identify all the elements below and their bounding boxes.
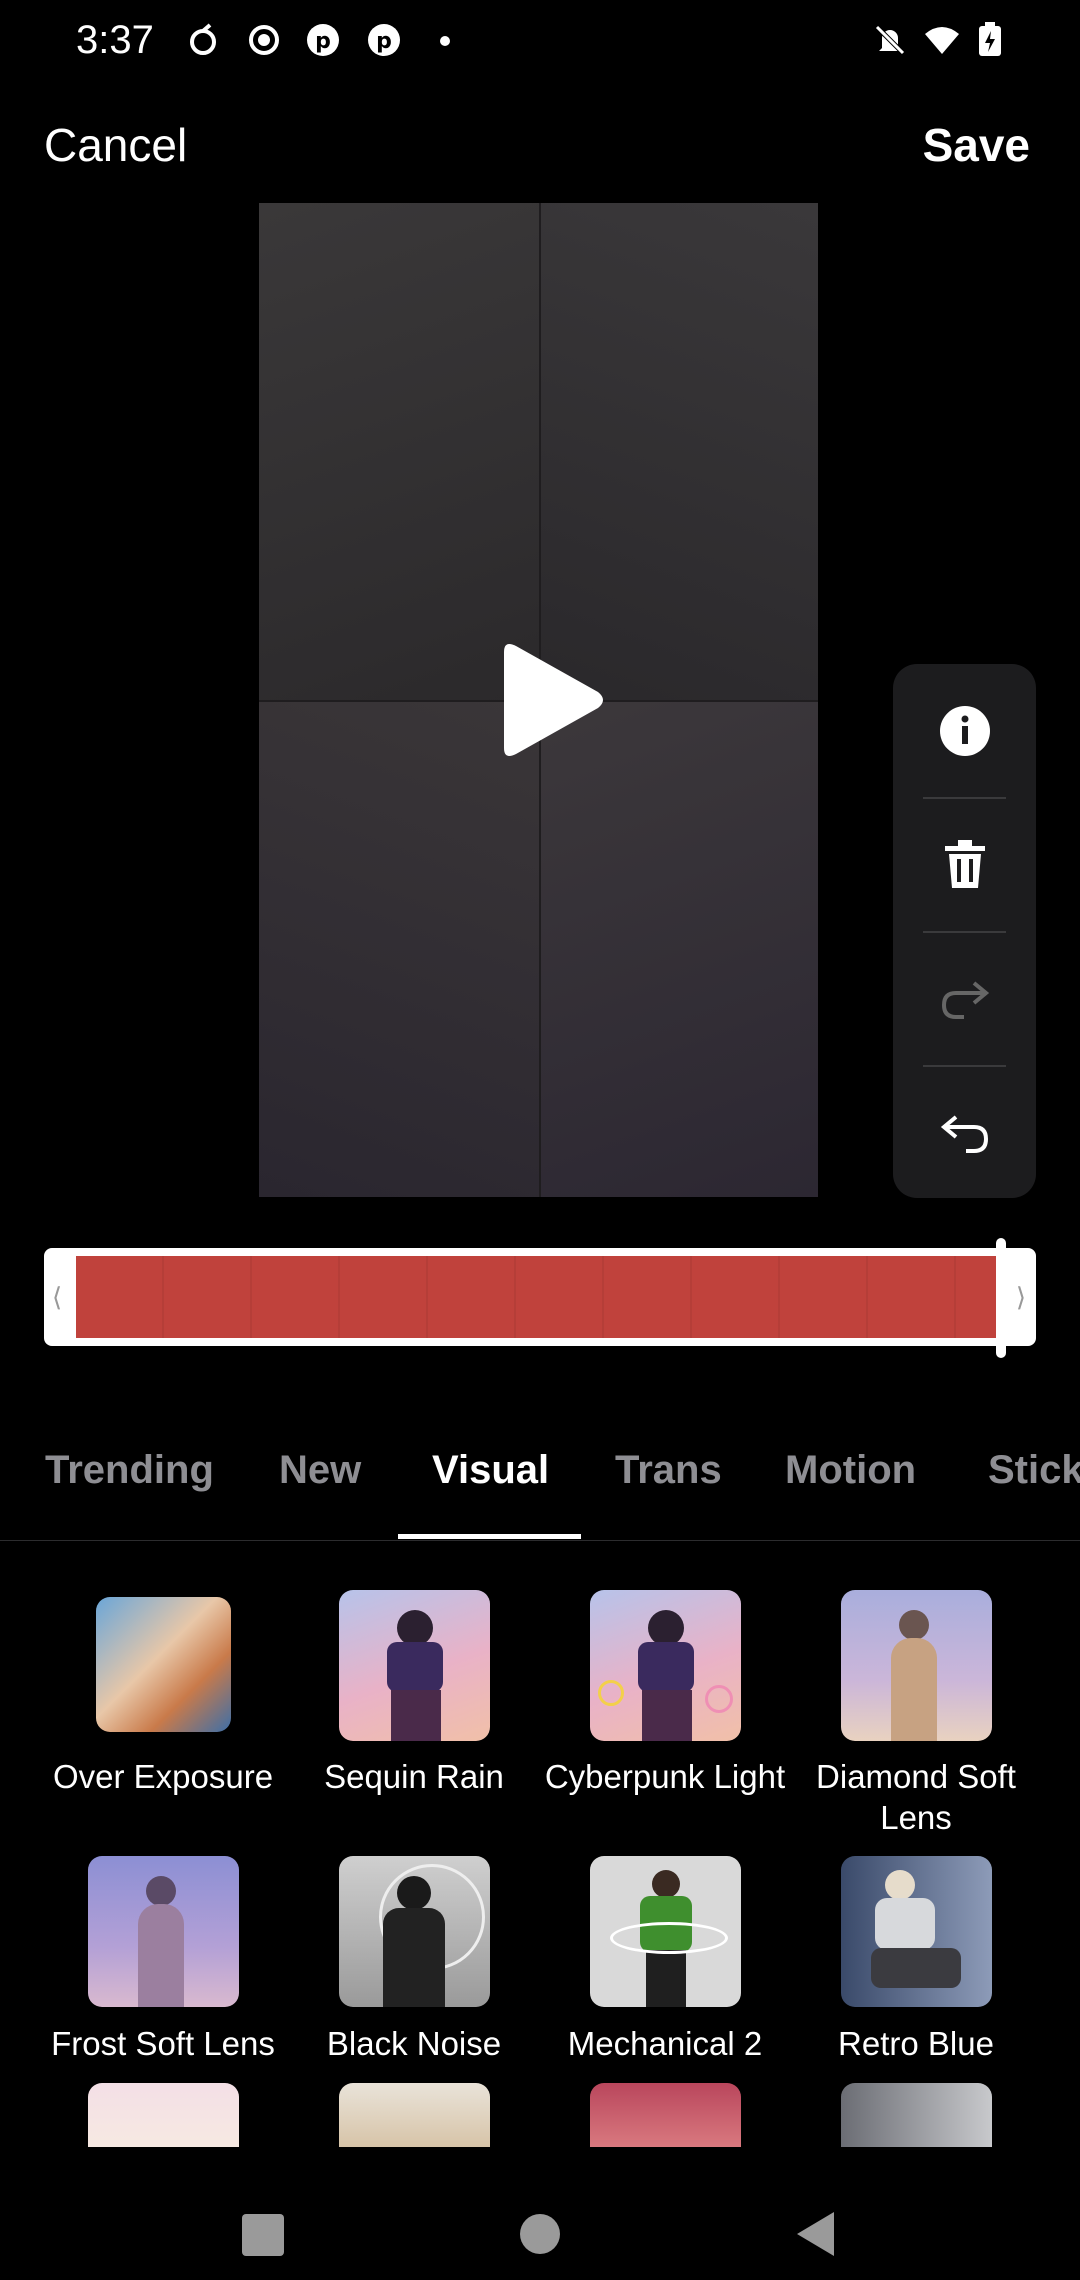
more-notifications-dot xyxy=(440,36,450,46)
effect-thumbnail-partial[interactable] xyxy=(590,2083,741,2147)
info-icon xyxy=(939,705,990,756)
timeline-left-handle[interactable]: ⟨ xyxy=(52,1282,62,1313)
home-nav-icon[interactable] xyxy=(520,2214,560,2254)
tab-motion[interactable]: Motion xyxy=(785,1448,916,1493)
effect-label: Frost Soft Lens xyxy=(51,2025,275,2062)
svg-text:p: p xyxy=(315,29,331,54)
effect-label: Sequin Rain xyxy=(324,1758,504,1795)
effect-label: Retro Blue xyxy=(838,2025,994,2062)
effect-label: Black Noise xyxy=(326,2025,502,2062)
effect-thumbnail-diamond-soft-lens[interactable] xyxy=(841,1590,992,1741)
effect-thumbnail-black-noise[interactable] xyxy=(339,1856,490,2007)
effect-thumbnail-retro-blue[interactable] xyxy=(841,1856,992,2007)
delete-button[interactable] xyxy=(893,798,1036,931)
play-icon[interactable] xyxy=(490,640,610,760)
back-nav-icon[interactable] xyxy=(794,2210,836,2258)
effect-label: Over Exposure xyxy=(52,1758,274,1795)
tab-new[interactable]: New xyxy=(279,1448,361,1493)
tab-visual[interactable]: Visual xyxy=(432,1448,549,1493)
recents-nav-icon[interactable] xyxy=(242,2214,284,2256)
trash-icon xyxy=(944,839,985,888)
svg-text:p: p xyxy=(376,29,392,54)
system-navigation-bar xyxy=(0,2150,1080,2280)
app-notification-icon xyxy=(190,23,216,55)
effect-thumbnail-sequin-rain[interactable] xyxy=(339,1590,490,1741)
effect-thumbnail-mechanical-2[interactable] xyxy=(590,1856,741,2007)
effect-thumbnail-partial[interactable] xyxy=(339,2083,490,2147)
effect-thumbnail-frost-soft-lens[interactable] xyxy=(88,1856,239,2007)
pinterest-icon: p xyxy=(307,24,339,56)
redo-button[interactable] xyxy=(893,932,1036,1065)
tab-stick[interactable]: Stick xyxy=(988,1448,1080,1493)
status-time: 3:37 xyxy=(76,18,154,62)
record-icon xyxy=(249,25,279,55)
redo-icon xyxy=(941,980,989,1019)
playhead-cursor[interactable] xyxy=(996,1238,1006,1358)
undo-button[interactable] xyxy=(893,1066,1036,1199)
tab-trans[interactable]: Trans xyxy=(615,1448,722,1493)
effect-thumbnail-partial[interactable] xyxy=(88,2083,239,2147)
effect-category-tabs: Trending New Visual Trans Motion Stick xyxy=(0,1430,1080,1541)
timeline-right-handle[interactable]: ⟩ xyxy=(1016,1282,1026,1313)
effect-thumbnail-cyberpunk-light[interactable] xyxy=(590,1590,741,1741)
side-toolbar xyxy=(893,664,1036,1198)
effect-label: Mechanical 2 xyxy=(567,2025,763,2062)
info-button[interactable] xyxy=(893,664,1036,797)
save-button[interactable]: Save xyxy=(923,118,1030,172)
cancel-button[interactable]: Cancel xyxy=(44,118,187,172)
mute-bell-icon xyxy=(875,25,905,55)
effect-range-strip[interactable] xyxy=(76,1256,1000,1338)
battery-charging-icon xyxy=(979,22,1001,56)
tab-trending[interactable]: Trending xyxy=(45,1448,214,1493)
effect-label: Cyberpunk Light xyxy=(544,1758,786,1795)
effect-thumbnail-over-exposure[interactable] xyxy=(96,1597,231,1732)
pinterest-icon: p xyxy=(368,24,400,56)
active-tab-indicator xyxy=(398,1534,581,1539)
timeline-track[interactable]: ⟨ ⟩ xyxy=(44,1238,1036,1358)
undo-icon xyxy=(940,1114,988,1153)
effect-label: Diamond Soft Lens xyxy=(816,1758,1016,1836)
wifi-icon xyxy=(925,27,959,54)
effect-thumbnail-partial[interactable] xyxy=(841,2083,992,2147)
